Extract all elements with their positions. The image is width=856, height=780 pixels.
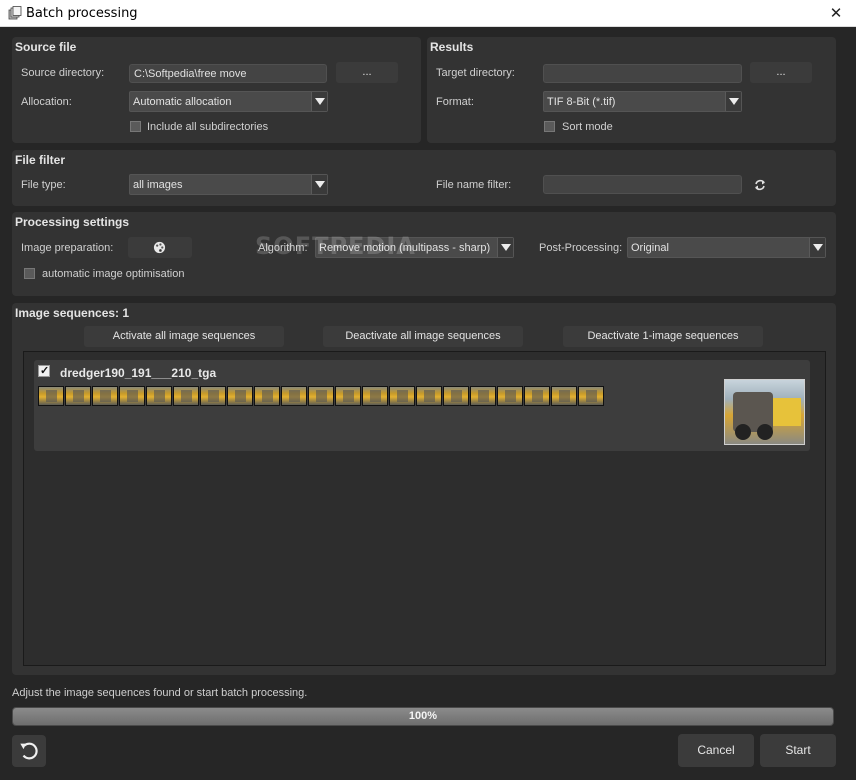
- undo-button[interactable]: [12, 735, 46, 767]
- post-processing-select[interactable]: Original: [627, 237, 826, 258]
- sort-mode-checkbox[interactable]: [544, 121, 555, 132]
- file-type-value: all images: [133, 179, 183, 191]
- batch-icon: [8, 6, 22, 20]
- sequence-thumbnail: [227, 386, 253, 406]
- sequence-checkbox[interactable]: ✓: [38, 365, 50, 377]
- source-file-title: Source file: [15, 40, 77, 54]
- sequence-thumbnail: [389, 386, 415, 406]
- start-button[interactable]: Start: [760, 734, 836, 767]
- status-text: Adjust the image sequences found or star…: [12, 687, 308, 699]
- sequence-thumbnail: [524, 386, 550, 406]
- allocation-label: Allocation:: [21, 96, 72, 108]
- sequence-name: dredger190_191___210_tga: [60, 366, 217, 380]
- allocation-select[interactable]: Automatic allocation: [129, 91, 328, 112]
- format-value: TIF 8-Bit (*.tif): [547, 96, 616, 108]
- sequence-thumbnail: [497, 386, 523, 406]
- chevron-down-icon: [497, 238, 513, 257]
- sequence-thumbnail: [254, 386, 280, 406]
- title-bar: Batch processing ✕: [0, 0, 856, 27]
- processing-title: Processing settings: [15, 215, 130, 229]
- sequence-thumbnails: [38, 386, 605, 406]
- sequence-thumbnail: [470, 386, 496, 406]
- sequence-list[interactable]: ✓ dredger190_191___210_tga: [23, 351, 826, 666]
- chevron-down-icon: [725, 92, 741, 111]
- file-name-filter-input[interactable]: [543, 175, 742, 194]
- sequence-thumbnail: [362, 386, 388, 406]
- sequence-thumbnail: [551, 386, 577, 406]
- chevron-down-icon: [809, 238, 825, 257]
- format-select[interactable]: TIF 8-Bit (*.tif): [543, 91, 742, 112]
- sequence-thumbnail: [92, 386, 118, 406]
- window-title: Batch processing: [26, 6, 138, 21]
- sequence-thumbnail: [65, 386, 91, 406]
- include-subdirs-label: Include all subdirectories: [147, 121, 269, 133]
- palette-icon: [153, 241, 166, 254]
- sort-mode-label: Sort mode: [562, 121, 613, 133]
- sequence-thumbnail: [38, 386, 64, 406]
- target-directory-input[interactable]: [543, 64, 742, 83]
- sequence-thumbnail: [173, 386, 199, 406]
- target-browse-button[interactable]: ...: [750, 62, 812, 83]
- auto-optimisation-label: automatic image optimisation: [42, 268, 185, 280]
- image-preparation-label: Image preparation:: [21, 242, 114, 254]
- activate-all-button[interactable]: Activate all image sequences: [84, 326, 284, 347]
- post-processing-label: Post-Processing:: [539, 242, 623, 254]
- sequence-preview-image: [724, 379, 805, 445]
- sequence-thumbnail: [308, 386, 334, 406]
- sequence-thumbnail: [281, 386, 307, 406]
- deactivate-all-button[interactable]: Deactivate all image sequences: [323, 326, 523, 347]
- sequence-thumbnail: [119, 386, 145, 406]
- chevron-down-icon: [311, 175, 327, 194]
- chevron-down-icon: [311, 92, 327, 111]
- source-directory-input[interactable]: C:\Softpedia\free move: [129, 64, 327, 83]
- sequence-thumbnail: [443, 386, 469, 406]
- deactivate-single-button[interactable]: Deactivate 1-image sequences: [563, 326, 763, 347]
- target-directory-label: Target directory:: [436, 67, 515, 79]
- sequence-thumbnail: [200, 386, 226, 406]
- file-type-select[interactable]: all images: [129, 174, 328, 195]
- allocation-value: Automatic allocation: [133, 96, 232, 108]
- results-panel: [427, 37, 836, 143]
- sequence-thumbnail: [146, 386, 172, 406]
- algorithm-select[interactable]: Remove motion (multipass - sharp): [315, 237, 514, 258]
- sequence-thumbnail: [416, 386, 442, 406]
- algorithm-label: Algorithm:: [258, 242, 308, 254]
- algorithm-value: Remove motion (multipass - sharp): [319, 242, 491, 254]
- refresh-icon[interactable]: [753, 178, 767, 192]
- file-name-filter-label: File name filter:: [436, 179, 512, 191]
- file-type-label: File type:: [21, 179, 66, 191]
- list-item[interactable]: ✓ dredger190_191___210_tga: [34, 360, 810, 451]
- progress-bar: 100%: [12, 707, 834, 726]
- sequence-thumbnail: [335, 386, 361, 406]
- source-directory-label: Source directory:: [21, 67, 105, 79]
- file-filter-title: File filter: [15, 153, 66, 167]
- sequences-title: Image sequences: 1: [15, 306, 130, 320]
- include-subdirs-checkbox[interactable]: [130, 121, 141, 132]
- sequence-thumbnail: [578, 386, 604, 406]
- format-label: Format:: [436, 96, 474, 108]
- post-processing-value: Original: [631, 242, 669, 254]
- progress-text: 100%: [408, 710, 438, 722]
- source-browse-button[interactable]: ...: [336, 62, 398, 83]
- close-icon[interactable]: ✕: [816, 0, 856, 27]
- undo-icon: [20, 742, 38, 760]
- auto-optimisation-checkbox[interactable]: [24, 268, 35, 279]
- cancel-button[interactable]: Cancel: [678, 734, 754, 767]
- results-title: Results: [430, 40, 474, 54]
- check-icon: ✓: [40, 365, 50, 377]
- image-preparation-button[interactable]: [128, 237, 192, 258]
